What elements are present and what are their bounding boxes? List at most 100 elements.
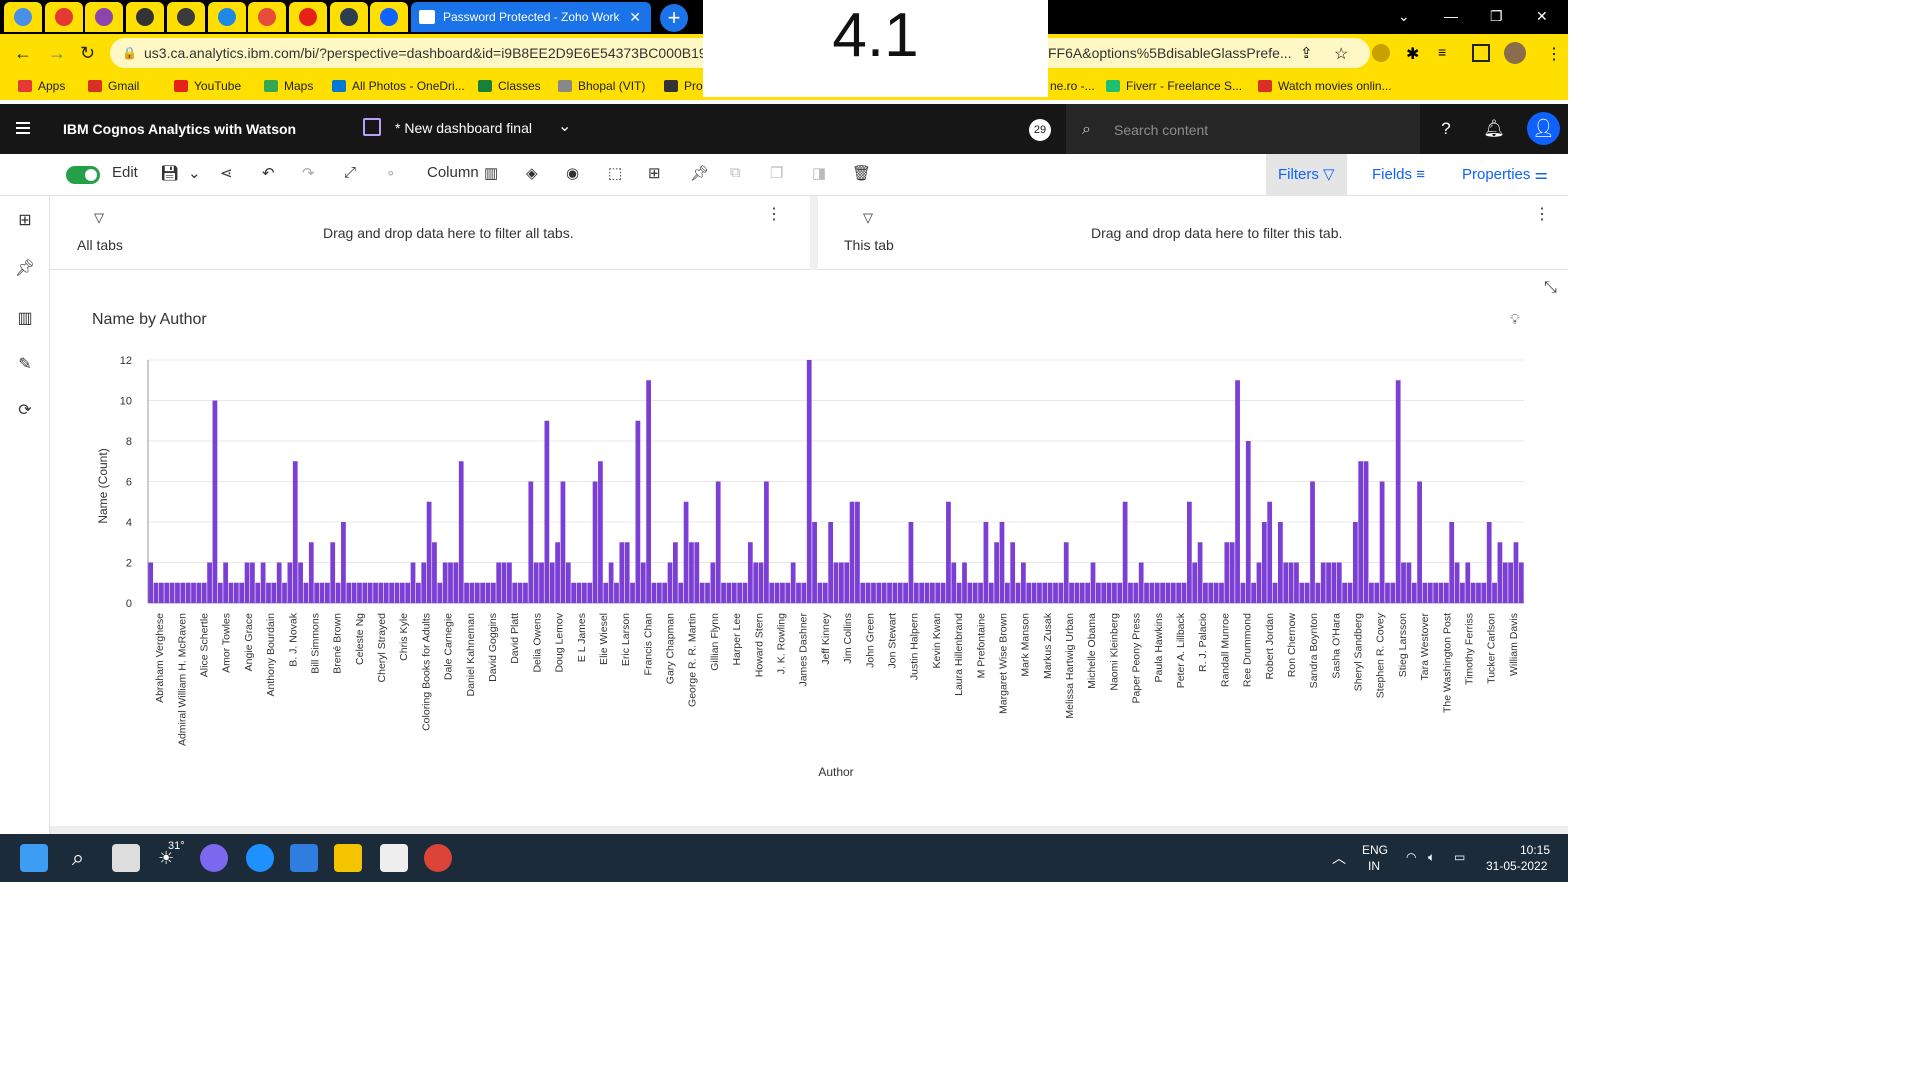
- bar[interactable]: [817, 582, 823, 603]
- bar[interactable]: [555, 542, 560, 603]
- bar[interactable]: [1449, 522, 1455, 603]
- bar[interactable]: [426, 501, 432, 603]
- mail-app-icon[interactable]: [290, 844, 318, 872]
- teams-chat-icon[interactable]: [200, 844, 228, 872]
- bar[interactable]: [330, 542, 336, 603]
- bar[interactable]: [924, 582, 930, 603]
- bar[interactable]: [1026, 582, 1032, 603]
- bar[interactable]: [1101, 582, 1107, 603]
- bar[interactable]: [1443, 582, 1449, 603]
- bar[interactable]: [1342, 582, 1348, 603]
- fields-tab[interactable]: Fields ≡: [1360, 154, 1437, 196]
- bar[interactable]: [501, 562, 507, 604]
- bar[interactable]: [710, 562, 716, 604]
- collapse-widget-icon[interactable]: ⤡: [1544, 279, 1557, 297]
- bar[interactable]: [678, 582, 684, 603]
- bar[interactable]: [1299, 582, 1305, 603]
- notification-bell-icon[interactable]: 🔔︎: [1481, 116, 1507, 142]
- bar[interactable]: [1283, 562, 1289, 604]
- delete-icon[interactable]: 🗑︎: [852, 164, 871, 182]
- minimize-icon[interactable]: —: [1444, 8, 1458, 24]
- bar[interactable]: [1213, 582, 1219, 603]
- bar[interactable]: [271, 582, 277, 603]
- bar[interactable]: [1363, 461, 1369, 603]
- search-taskbar-icon[interactable]: ⌕: [64, 844, 92, 872]
- bar[interactable]: [1406, 562, 1412, 604]
- bar[interactable]: [871, 582, 876, 603]
- bar[interactable]: [560, 481, 566, 604]
- bar[interactable]: [881, 582, 887, 603]
- tab-search-chevron-icon[interactable]: ⌄: [1398, 8, 1410, 25]
- bar[interactable]: [571, 582, 577, 603]
- edit-mode-toggle[interactable]: [66, 166, 100, 184]
- bar[interactable]: [244, 562, 250, 604]
- bar[interactable]: [458, 461, 464, 603]
- bar[interactable]: [1176, 582, 1182, 603]
- browser-menu-icon[interactable]: ⋮: [1546, 44, 1564, 63]
- dashboard-name[interactable]: * New dashboard final: [395, 120, 532, 136]
- bar[interactable]: [689, 542, 694, 603]
- bar[interactable]: [1427, 582, 1433, 603]
- bar[interactable]: [185, 582, 191, 603]
- bar[interactable]: [683, 501, 689, 603]
- bar[interactable]: [233, 582, 239, 603]
- bookmark-item[interactable]: Fiverr - Freelance S...: [1106, 79, 1242, 93]
- bar[interactable]: [1261, 522, 1267, 603]
- extension-bug-icon[interactable]: [1372, 44, 1390, 62]
- bar[interactable]: [1502, 562, 1508, 604]
- hamburger-menu-icon[interactable]: [16, 122, 30, 134]
- battery-icon[interactable]: ▭: [1454, 850, 1465, 864]
- undo-icon[interactable]: ↶: [262, 164, 275, 182]
- bar[interactable]: [983, 522, 989, 603]
- bar[interactable]: [255, 582, 261, 603]
- bar[interactable]: [292, 461, 298, 603]
- share-dashboard-icon[interactable]: ⋖: [220, 164, 233, 182]
- bar[interactable]: [533, 562, 539, 604]
- bar[interactable]: [448, 562, 453, 604]
- bar[interactable]: [705, 582, 710, 603]
- bar[interactable]: [485, 582, 491, 603]
- bar[interactable]: [1219, 582, 1224, 603]
- bar[interactable]: [1106, 582, 1112, 603]
- focus-mode-icon[interactable]: ⤢: [344, 164, 356, 181]
- bar[interactable]: [774, 582, 780, 603]
- bar[interactable]: [1154, 582, 1160, 603]
- bar[interactable]: [1149, 582, 1155, 603]
- bar[interactable]: [159, 582, 164, 603]
- bar[interactable]: [1278, 522, 1283, 603]
- bar[interactable]: [1374, 582, 1380, 603]
- bar[interactable]: [624, 542, 630, 603]
- start-windows-icon[interactable]: [20, 844, 48, 872]
- bar[interactable]: [962, 562, 967, 604]
- column-chart-icon[interactable]: ▥: [484, 164, 498, 182]
- bar[interactable]: [673, 542, 678, 603]
- bar[interactable]: [587, 582, 593, 603]
- bar[interactable]: [694, 542, 700, 603]
- bar[interactable]: [1486, 522, 1492, 603]
- bar[interactable]: [282, 582, 287, 603]
- bar[interactable]: [1320, 562, 1326, 604]
- bar[interactable]: [287, 562, 293, 604]
- bar[interactable]: [1395, 380, 1401, 603]
- bar[interactable]: [967, 582, 973, 603]
- bar[interactable]: [341, 522, 346, 603]
- bar[interactable]: [357, 582, 362, 603]
- bar[interactable]: [897, 582, 903, 603]
- bar[interactable]: [913, 582, 919, 603]
- bar[interactable]: [314, 582, 320, 603]
- bookmark-item[interactable]: Gmail: [88, 79, 139, 93]
- bar[interactable]: [1128, 582, 1133, 603]
- bar[interactable]: [780, 582, 785, 603]
- bar[interactable]: [1411, 582, 1417, 603]
- bar[interactable]: [1074, 582, 1080, 603]
- bar[interactable]: [1229, 542, 1235, 603]
- help-icon[interactable]: ?: [1433, 116, 1459, 142]
- bar[interactable]: [1379, 481, 1385, 604]
- bar[interactable]: [1095, 582, 1101, 603]
- bar[interactable]: [1224, 542, 1230, 603]
- wifi-icon[interactable]: ◠: [1406, 850, 1416, 864]
- bar[interactable]: [608, 562, 614, 604]
- browser-tab[interactable]: [126, 2, 165, 32]
- all-tabs-filter-area[interactable]: ▽ All tabs Drag and drop data here to fi…: [50, 196, 810, 270]
- bar[interactable]: [351, 582, 357, 603]
